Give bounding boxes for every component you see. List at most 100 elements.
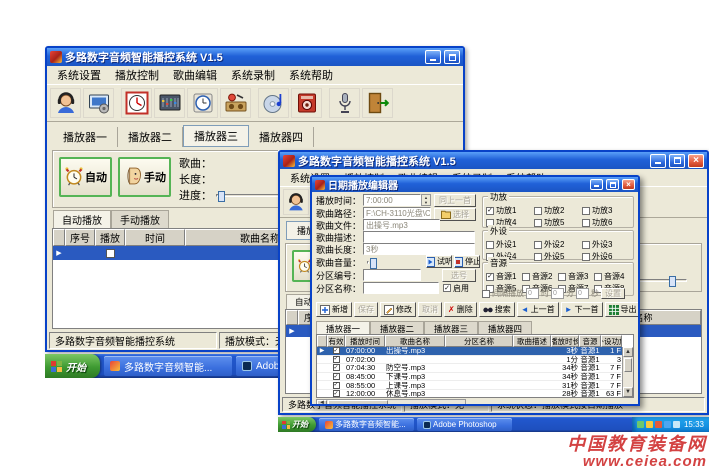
- maximize-button[interactable]: [669, 154, 685, 168]
- audition-button[interactable]: 试听: [426, 255, 452, 268]
- start-button[interactable]: 开始: [278, 417, 316, 432]
- play-time-spinner[interactable]: ▲▼: [421, 194, 431, 206]
- task-button-1[interactable]: 多路数字音频智能...: [104, 356, 232, 376]
- zone-pick-button[interactable]: 选号: [442, 269, 476, 282]
- task-button-1[interactable]: 多路数字音频智能...: [319, 418, 414, 431]
- action-button-4-button[interactable]: 取消: [418, 302, 442, 317]
- valid-checkbox[interactable]: ✓: [333, 347, 340, 354]
- toolbar-setup-icon[interactable]: [83, 88, 114, 118]
- toolbar-operator-icon[interactable]: [50, 88, 81, 118]
- song-volume-slider[interactable]: [367, 261, 369, 264]
- toolbar-mixer-icon[interactable]: [154, 88, 185, 118]
- playlist-header-3[interactable]: 时间: [125, 229, 185, 246]
- progress-thumb[interactable]: [218, 191, 225, 202]
- checkbox-音源2[interactable]: 音源2: [522, 271, 558, 282]
- play-checkbox[interactable]: [106, 249, 115, 258]
- menu-item-3[interactable]: 歌曲编辑: [166, 66, 224, 84]
- toolbar-speaker-icon[interactable]: [291, 88, 322, 118]
- action-edit-button[interactable]: 修改: [380, 302, 416, 317]
- checkbox-音源4[interactable]: 音源4: [594, 271, 630, 282]
- network-icon[interactable]: [637, 421, 644, 428]
- schedule-row[interactable]: ✓12:00:00休息号.mp328秒音源163 F: [317, 390, 633, 398]
- menu-item-5[interactable]: 系统帮助: [282, 66, 340, 84]
- zone-no-input[interactable]: [363, 269, 421, 281]
- toolbar-exit-icon[interactable]: [362, 88, 393, 118]
- shield-icon[interactable]: [655, 421, 662, 428]
- checkbox-音源3[interactable]: 音源3: [558, 271, 594, 282]
- valid-checkbox[interactable]: ✓: [333, 364, 340, 371]
- action-search-button[interactable]: 搜索: [479, 302, 515, 317]
- valid-checkbox[interactable]: ✓: [333, 382, 340, 389]
- schedule-header-5[interactable]: 歌曲描述: [513, 335, 551, 347]
- play-time-input[interactable]: 7:00:00: [363, 194, 421, 206]
- stop-button[interactable]: 停止: [454, 255, 480, 268]
- volume-icon[interactable]: [646, 421, 653, 428]
- auto-button[interactable]: 自动: [59, 157, 112, 197]
- schedule-header-0[interactable]: [317, 335, 327, 347]
- schedule-header-2[interactable]: 播放时间: [345, 335, 385, 347]
- volume-thumb[interactable]: [669, 276, 676, 287]
- scroll-up-icon[interactable]: ▲: [623, 347, 633, 357]
- tab-player-1[interactable]: 播放器一: [53, 127, 118, 147]
- dialog-minimize-button[interactable]: [590, 179, 603, 190]
- dialog-titlebar[interactable]: 日期播放编辑器 ×: [312, 177, 638, 192]
- playlist-header-0[interactable]: [53, 229, 65, 246]
- toolbar-record-icon[interactable]: [220, 88, 251, 118]
- subtab-2[interactable]: 手动播放: [111, 210, 169, 228]
- scroll-left-icon[interactable]: ◄: [317, 400, 327, 404]
- action-add-button[interactable]: 新增: [316, 302, 352, 317]
- tab-player-3[interactable]: 播放器三: [183, 125, 249, 147]
- action-export-button[interactable]: 导出: [605, 302, 638, 317]
- checkbox-音源1[interactable]: ✓音源1: [486, 271, 522, 282]
- interval-hour-spinner[interactable]: 0: [526, 288, 539, 299]
- playlist-header-2[interactable]: 播放: [95, 229, 125, 246]
- schedule-header-1[interactable]: 有效: [327, 335, 345, 347]
- window-titlebar[interactable]: 多路数字音频智能播控系统 V1.5×: [280, 152, 707, 169]
- checkbox-功放5[interactable]: 功放5: [534, 217, 582, 228]
- enable-checkbox[interactable]: ✓启用: [443, 283, 469, 294]
- checkbox-功放1[interactable]: ✓功放1: [486, 205, 534, 216]
- schedule-header-4[interactable]: 分区名称: [445, 335, 513, 347]
- choose-file-button[interactable]: 选择: [434, 208, 476, 221]
- valid-checkbox[interactable]: ✓: [333, 373, 340, 380]
- dialog-close-button[interactable]: ×: [622, 179, 635, 190]
- valid-checkbox[interactable]: ✓: [333, 356, 340, 363]
- scroll-down-icon[interactable]: ▼: [623, 387, 633, 397]
- interval-checkbox[interactable]: 间隔播放: [482, 288, 524, 299]
- interval-second-spinner[interactable]: 0: [576, 288, 589, 299]
- checkbox-功放2[interactable]: 功放2: [534, 205, 582, 216]
- menu-item-4[interactable]: 系统录制: [224, 66, 282, 84]
- interval-minute-spinner[interactable]: 0: [551, 288, 564, 299]
- maximize-button[interactable]: [444, 50, 460, 64]
- tab-player-4[interactable]: 播放器四: [249, 127, 314, 147]
- same-as-prev-button[interactable]: 同上一首: [434, 194, 476, 207]
- manual-button[interactable]: 手动: [118, 157, 171, 197]
- toolbar-operator-icon[interactable]: [283, 189, 309, 215]
- zone-name-input[interactable]: [363, 282, 439, 294]
- checkbox-外设2[interactable]: 外设2: [534, 239, 582, 250]
- minimize-button[interactable]: [425, 50, 441, 64]
- action-next-button[interactable]: ►下一首: [561, 302, 603, 317]
- vertical-scrollbar[interactable]: ▲▼: [622, 347, 633, 397]
- message-icon[interactable]: [673, 421, 680, 428]
- toolbar-timer-icon[interactable]: [187, 88, 218, 118]
- window-titlebar[interactable]: 多路数字音频智能播控系统 V1.5: [47, 48, 463, 66]
- song-file-input[interactable]: 出操号.mp3: [363, 219, 440, 231]
- action-prev-button[interactable]: ◄上一首: [517, 302, 559, 317]
- action-button-2-button[interactable]: 保存: [354, 302, 378, 317]
- toolbar-cd-icon[interactable]: [258, 88, 289, 118]
- subtab-1[interactable]: 自动播放: [53, 210, 111, 228]
- checkbox-外设5[interactable]: 外设5: [534, 251, 582, 262]
- checkbox-功放3[interactable]: 功放3: [582, 205, 630, 216]
- start-button[interactable]: 开始: [45, 354, 100, 378]
- dialog-maximize-button[interactable]: [606, 179, 619, 190]
- horizontal-scrollbar[interactable]: ◄: [316, 399, 466, 404]
- checkbox-外设6[interactable]: 外设6: [582, 251, 630, 262]
- toolbar-mic-icon[interactable]: [329, 88, 360, 118]
- song-length-input[interactable]: 3秒: [363, 243, 475, 255]
- checkbox-外设1[interactable]: 外设1: [486, 239, 534, 250]
- playlist-header-1[interactable]: 序号: [65, 229, 95, 246]
- checkbox-外设3[interactable]: 外设3: [582, 239, 630, 250]
- playlist-header-0[interactable]: [286, 310, 298, 325]
- checkbox-功放6[interactable]: 功放6: [582, 217, 630, 228]
